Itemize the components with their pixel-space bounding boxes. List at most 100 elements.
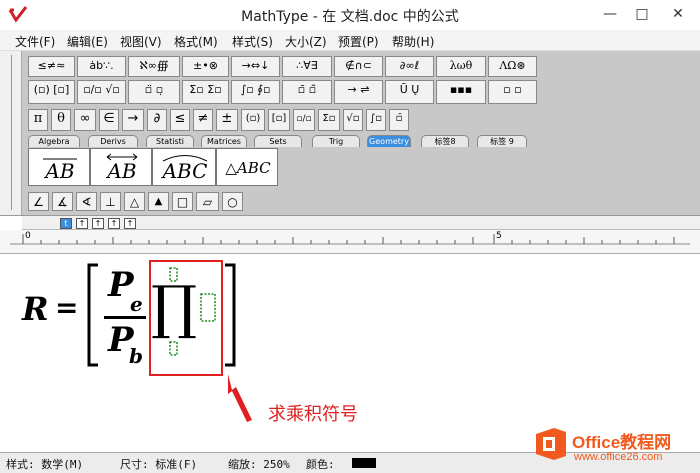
eq-equals: =	[55, 291, 79, 324]
tab-8[interactable]: 标签8	[421, 135, 469, 147]
palette-fences[interactable]: (▫) [▫]	[28, 80, 75, 104]
palette-greek-upper[interactable]: ΛΩ⊛	[488, 56, 537, 77]
numerator-sub: e	[130, 292, 143, 316]
tab-derivs[interactable]: Derivs	[88, 135, 138, 147]
palette-spaces[interactable]: ȧb∵.	[77, 56, 126, 77]
palette-misc[interactable]: ∂∞ℓ	[385, 56, 434, 77]
palette-relations[interactable]: ≤≠≈	[28, 56, 75, 77]
tab-geometry[interactable]: Geometry	[367, 135, 411, 147]
palette-operators[interactable]: ±•⊗	[182, 56, 229, 77]
perpendicular-icon[interactable]: ⊥	[100, 192, 121, 211]
toolbar-tab-button-5[interactable]: ↑	[124, 218, 136, 229]
spherical-angle-icon[interactable]: ∢	[76, 192, 97, 211]
template-overbar[interactable]: ▫̄	[389, 109, 409, 131]
circle-icon[interactable]: ○	[222, 192, 243, 211]
palette-integrals[interactable]: ∫▫ ∮▫	[231, 80, 280, 104]
square-icon[interactable]: □	[172, 192, 193, 211]
parallelogram-icon[interactable]: ▱	[196, 192, 219, 211]
symbol-element-of[interactable]: ∈	[99, 109, 119, 131]
symbol-theta[interactable]: θ	[51, 109, 71, 131]
maximize-button[interactable]: □	[627, 0, 657, 28]
symbol-leq[interactable]: ≤	[170, 109, 190, 131]
color-swatch[interactable]	[352, 458, 376, 468]
watermark-url: www.office26.com	[574, 451, 663, 463]
symbol-pi[interactable]: π	[28, 109, 48, 131]
palette-sums[interactable]: Σ▫ Σ▫	[182, 80, 229, 104]
template-fraction[interactable]: ▫/▫	[293, 109, 315, 131]
tab-algebra[interactable]: Algebra	[28, 135, 80, 147]
triangle-icon[interactable]: △	[124, 192, 145, 211]
palette-dots[interactable]: ▪▪▪	[436, 80, 486, 104]
template-brackets[interactable]: [▫]	[268, 109, 290, 131]
tab-sets[interactable]: Sets	[254, 135, 302, 147]
menu-help[interactable]: 帮助(H)	[392, 33, 434, 50]
template-sum[interactable]: Σ▫	[318, 109, 340, 131]
palette-embellishments[interactable]: ℵ∞∰	[128, 56, 180, 77]
right-bracket-icon	[225, 263, 236, 367]
template-triangle-abc[interactable]: △ABC	[216, 148, 278, 186]
template-arc-abc[interactable]: ABC	[152, 148, 216, 186]
product-symbol: ∏	[151, 273, 198, 341]
palette-sets[interactable]: ∉∩⊂	[334, 56, 383, 77]
lower-limit-slot[interactable]	[168, 340, 180, 358]
status-size[interactable]: 尺寸: 标准(F)	[120, 456, 197, 472]
menu-bar: 文件(F) 编辑(E) 视图(V) 格式(M) 样式(S) 大小(Z) 预置(P…	[0, 30, 700, 51]
menu-size[interactable]: 大小(Z)	[285, 33, 327, 50]
toolbar-tab-button-4[interactable]: ↑	[108, 218, 120, 229]
operand-slot[interactable]	[199, 292, 219, 324]
ruler-ticks	[10, 234, 690, 245]
ruler[interactable]: 0 5	[0, 230, 700, 254]
palette-matrices[interactable]: ▫ ▫	[488, 80, 537, 104]
menu-view[interactable]: 视图(V)	[120, 33, 162, 50]
status-color[interactable]: 颜色:	[306, 456, 335, 472]
toolbar-tab-button-3[interactable]: ↑	[92, 218, 104, 229]
symbol-plusminus[interactable]: ±	[216, 109, 238, 131]
tab-trig[interactable]: Trig	[312, 135, 360, 147]
template-label: AB	[107, 159, 137, 183]
palette-bars[interactable]: ▫̄ ▫̃	[282, 80, 332, 104]
status-style[interactable]: 样式: 数学(M)	[6, 456, 83, 472]
template-label: ABC	[162, 159, 208, 183]
eq-lhs: R	[22, 290, 49, 328]
symbol-infinity[interactable]: ∞	[74, 109, 96, 131]
symbol-partial[interactable]: ∂	[147, 109, 167, 131]
tab-9[interactable]: 标签 9	[477, 135, 527, 147]
measured-angle-icon[interactable]: ∡	[52, 192, 73, 211]
template-integral[interactable]: ∫▫	[366, 109, 386, 131]
filled-triangle-icon[interactable]: ▲	[148, 192, 169, 211]
palette-logic[interactable]: ∴∀∃	[282, 56, 332, 77]
watermark: Office教程网 www.office26.com	[530, 424, 700, 473]
annotation-arrow-icon	[228, 374, 252, 422]
menu-style[interactable]: 样式(S)	[232, 33, 273, 50]
template-label: AB	[45, 159, 75, 183]
palette-arrows[interactable]: →⇔↓	[231, 56, 280, 77]
toolbar-tab-button-2[interactable]: ↑	[76, 218, 88, 229]
palette-subscripts[interactable]: ▫̈ ▫̣	[128, 80, 180, 104]
menu-edit[interactable]: 编辑(E)	[67, 33, 108, 50]
palette-fractions[interactable]: ▫/▫ √▫	[77, 80, 126, 104]
close-button[interactable]: ✕	[659, 0, 697, 28]
symbol-neq[interactable]: ≠	[193, 109, 213, 131]
annotation-label: 求乘积符号	[268, 404, 358, 425]
template-sqrt[interactable]: √▫	[343, 109, 363, 131]
palette-greek-lower[interactable]: λωθ	[436, 56, 486, 77]
fraction-bar	[104, 316, 146, 319]
scroll-gutter[interactable]	[688, 256, 696, 434]
tab-matrices[interactable]: Matrices	[201, 135, 247, 147]
template-vector-ab[interactable]: AB	[90, 148, 152, 186]
denominator-sub: b	[129, 344, 143, 368]
template-segment-ab[interactable]: AB	[28, 148, 90, 186]
toolbar-tab-button-1[interactable]: t	[60, 218, 72, 229]
minimize-button[interactable]: —	[595, 0, 625, 28]
symbol-arrow[interactable]: →	[122, 109, 144, 131]
left-bracket-icon	[87, 263, 98, 367]
menu-format[interactable]: 格式(M)	[174, 33, 218, 50]
status-zoom[interactable]: 缩放: 250%	[228, 456, 290, 472]
tab-statistics[interactable]: Statisti	[146, 135, 194, 147]
angle-icon[interactable]: ∠	[28, 192, 49, 211]
menu-file[interactable]: 文件(F)	[15, 33, 55, 50]
palette-products[interactable]: Ū Ų	[385, 80, 434, 104]
palette-labeled-arrows[interactable]: → ⇌	[334, 80, 383, 104]
menu-preferences[interactable]: 预置(P)	[338, 33, 379, 50]
template-parentheses[interactable]: (▫)	[241, 109, 265, 131]
